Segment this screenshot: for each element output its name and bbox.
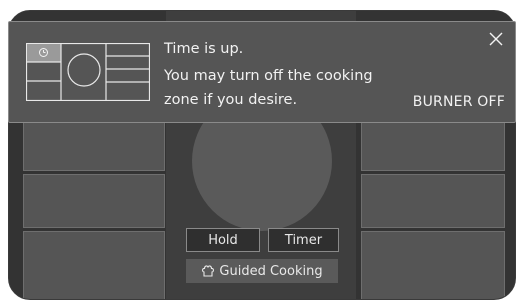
chef-hat-icon — [202, 265, 215, 277]
left-zone-bottom[interactable] — [23, 231, 165, 299]
burner-off-button[interactable]: BURNER OFF — [413, 94, 505, 110]
notification-title: Time is up. — [164, 41, 244, 57]
right-zone-bottom[interactable] — [361, 231, 505, 299]
right-zone-middle[interactable] — [361, 174, 505, 228]
guided-cooking-label: Guided Cooking — [219, 263, 323, 279]
close-icon[interactable] — [487, 30, 505, 48]
notification-message-line1: You may turn off the cooking — [164, 68, 373, 84]
timer-button[interactable]: Timer — [268, 228, 339, 252]
notification-message-line2: zone if you desire. — [164, 92, 298, 108]
timer-notification: Time is up. You may turn off the cooking… — [8, 21, 516, 123]
guided-cooking-button[interactable]: Guided Cooking — [186, 259, 338, 283]
hold-button[interactable]: Hold — [186, 228, 260, 252]
cooktop-zone-icon — [26, 43, 150, 101]
left-zone-middle[interactable] — [23, 174, 165, 228]
